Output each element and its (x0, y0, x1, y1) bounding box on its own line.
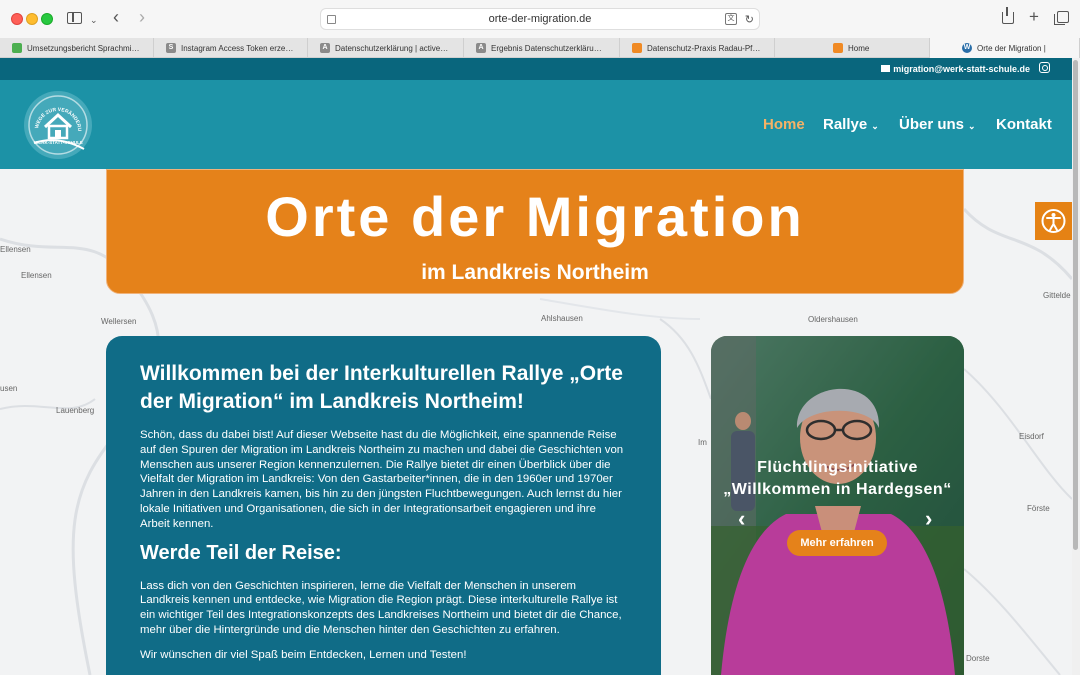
contact-strip: migration@werk-statt-schule.de (0, 58, 1072, 80)
reload-icon[interactable]: ↻ (745, 13, 754, 27)
site-header: WEGE ZUR VERÄNDERUNG WERK-STATT-SCHULE H… (0, 80, 1072, 169)
map-label: usen (0, 384, 18, 393)
hero-banner: Orte der Migration im Landkreis Northeim (106, 169, 964, 294)
tab-favicon: S (166, 43, 176, 53)
mail-icon (881, 65, 891, 72)
map-label: Im (698, 438, 707, 447)
tab-label: Instagram Access Token erze… (181, 43, 294, 53)
close-window-button[interactable] (11, 13, 23, 25)
slider-prev-arrow[interactable]: ‹ (738, 506, 745, 532)
nav-ueber-uns[interactable]: Über uns ⌄ (899, 116, 976, 133)
tab-label: Orte der Migration | (977, 43, 1046, 53)
chevron-down-icon[interactable]: ⌄ (90, 13, 98, 27)
map-label: Lauenberg (56, 406, 95, 415)
tab-favicon: A (320, 43, 330, 53)
tab-datenschutz-praxis[interactable]: Datenschutz-Praxis Radau-Pf… (620, 38, 775, 58)
tab-label: Home (848, 43, 870, 53)
tab-home[interactable]: Home (775, 38, 930, 58)
map-label: Gittelde (1043, 291, 1071, 300)
map-label: Oldershausen (808, 315, 858, 324)
tab-favicon: A (476, 43, 486, 53)
contact-email: migration@werk-statt-schule.de (893, 64, 1030, 74)
minimize-window-button[interactable] (26, 13, 38, 25)
forward-arrow-icon[interactable]: › (139, 8, 145, 26)
intro-paragraph: Schön, dass du dabei bist! Auf dieser We… (140, 429, 624, 530)
intro-paragraph: Lass dich von den Geschichten inspiriere… (140, 579, 622, 636)
accessibility-icon (1041, 209, 1066, 233)
typo3-icon (632, 43, 642, 53)
intro-paragraph: Wir wünschen dir viel Spaß beim Entdecke… (140, 648, 467, 661)
tab-bar: Umsetzungsbericht Sprachmi… S Instagram … (0, 38, 1080, 58)
address-bar[interactable]: orte-der-migration.de 文 ↻ (320, 8, 760, 30)
intro-card: Willkommen bei der Interkulturellen Rall… (106, 336, 661, 675)
back-arrow-icon[interactable]: ‹ (113, 8, 119, 26)
slider-next-arrow[interactable]: › (925, 506, 932, 532)
translate-icon[interactable]: 文 (725, 13, 737, 25)
accessibility-button[interactable] (1035, 202, 1072, 240)
sidebar-toggle-icon[interactable] (67, 12, 82, 24)
tab-label: Ergebnis Datenschutzerkläru… (491, 43, 602, 53)
browser-titlebar: ⌄ ‹ › orte-der-migration.de 文 ↻ + (0, 0, 1080, 38)
chevron-down-icon: ⌄ (968, 121, 976, 131)
nav-rallye[interactable]: Rallye ⌄ (823, 116, 879, 133)
tab-datenschutzerklaerung[interactable]: A Datenschutzerklärung | active… (308, 38, 464, 58)
chevron-down-icon: ⌄ (871, 121, 879, 131)
tab-instagram[interactable]: S Instagram Access Token erze… (154, 38, 308, 58)
instagram-icon[interactable] (1039, 62, 1050, 73)
tab-label: Umsetzungsbericht Sprachmi… (27, 43, 140, 53)
tab-label: Datenschutzerklärung | active… (335, 43, 449, 53)
nav-rallye-label: Rallye (823, 116, 868, 133)
logo-name: WERK-STATT-SCHULE (34, 140, 83, 145)
house-logo-icon: WEGE ZUR VERÄNDERUNG WERK-STATT-SCHULE (22, 87, 88, 155)
map-label: Förste (1027, 504, 1050, 513)
tab-umsetzungsbericht[interactable]: Umsetzungsbericht Sprachmi… (0, 38, 154, 58)
map-label: Ahlshausen (541, 314, 583, 323)
page-scrollbar[interactable] (1072, 58, 1080, 675)
map-label: Dorste (966, 654, 990, 663)
scrollbar-thumb[interactable] (1073, 60, 1078, 550)
url-text: orte-der-migration.de (488, 13, 592, 25)
tab-overview-icon[interactable] (1054, 11, 1069, 25)
wordpress-icon: W (962, 43, 972, 53)
nav-ueber-uns-label: Über uns (899, 116, 965, 133)
mehr-erfahren-button[interactable]: Mehr erfahren (787, 530, 887, 556)
tab-ergebnis[interactable]: A Ergebnis Datenschutzerkläru… (464, 38, 620, 58)
maximize-window-button[interactable] (41, 13, 53, 25)
banner-title: Orte der Migration (265, 185, 805, 248)
map-label: Ellensen (0, 245, 31, 254)
map-label: Eisdorf (1019, 432, 1044, 441)
map-label: Ellensen (21, 271, 52, 280)
nav-home[interactable]: Home (763, 116, 805, 133)
tab-orte-der-migration[interactable]: W Orte der Migration | (930, 38, 1080, 58)
tab-label: Datenschutz-Praxis Radau-Pf… (647, 43, 761, 53)
contact-email-link[interactable]: migration@werk-statt-schule.de (881, 64, 1030, 74)
tab-favicon (12, 43, 22, 53)
share-icon[interactable] (1002, 7, 1014, 24)
typo3-icon (833, 43, 843, 53)
image-slider: ‹ › Flüchtlingsinitiative „Willkommen in… (711, 336, 964, 675)
map-label: Wellersen (101, 317, 137, 326)
new-tab-icon[interactable]: + (1029, 8, 1039, 25)
nav-kontakt[interactable]: Kontakt (996, 116, 1052, 133)
slide-caption: Flüchtlingsinitiative „Willkommen in Har… (723, 459, 952, 498)
intro-subheading: Werde Teil der Reise: (140, 541, 342, 564)
banner-subtitle: im Landkreis Northeim (421, 261, 649, 284)
intro-heading: Willkommen bei der Interkulturellen Rall… (140, 362, 623, 413)
site-logo[interactable]: WEGE ZUR VERÄNDERUNG WERK-STATT-SCHULE (22, 87, 92, 159)
